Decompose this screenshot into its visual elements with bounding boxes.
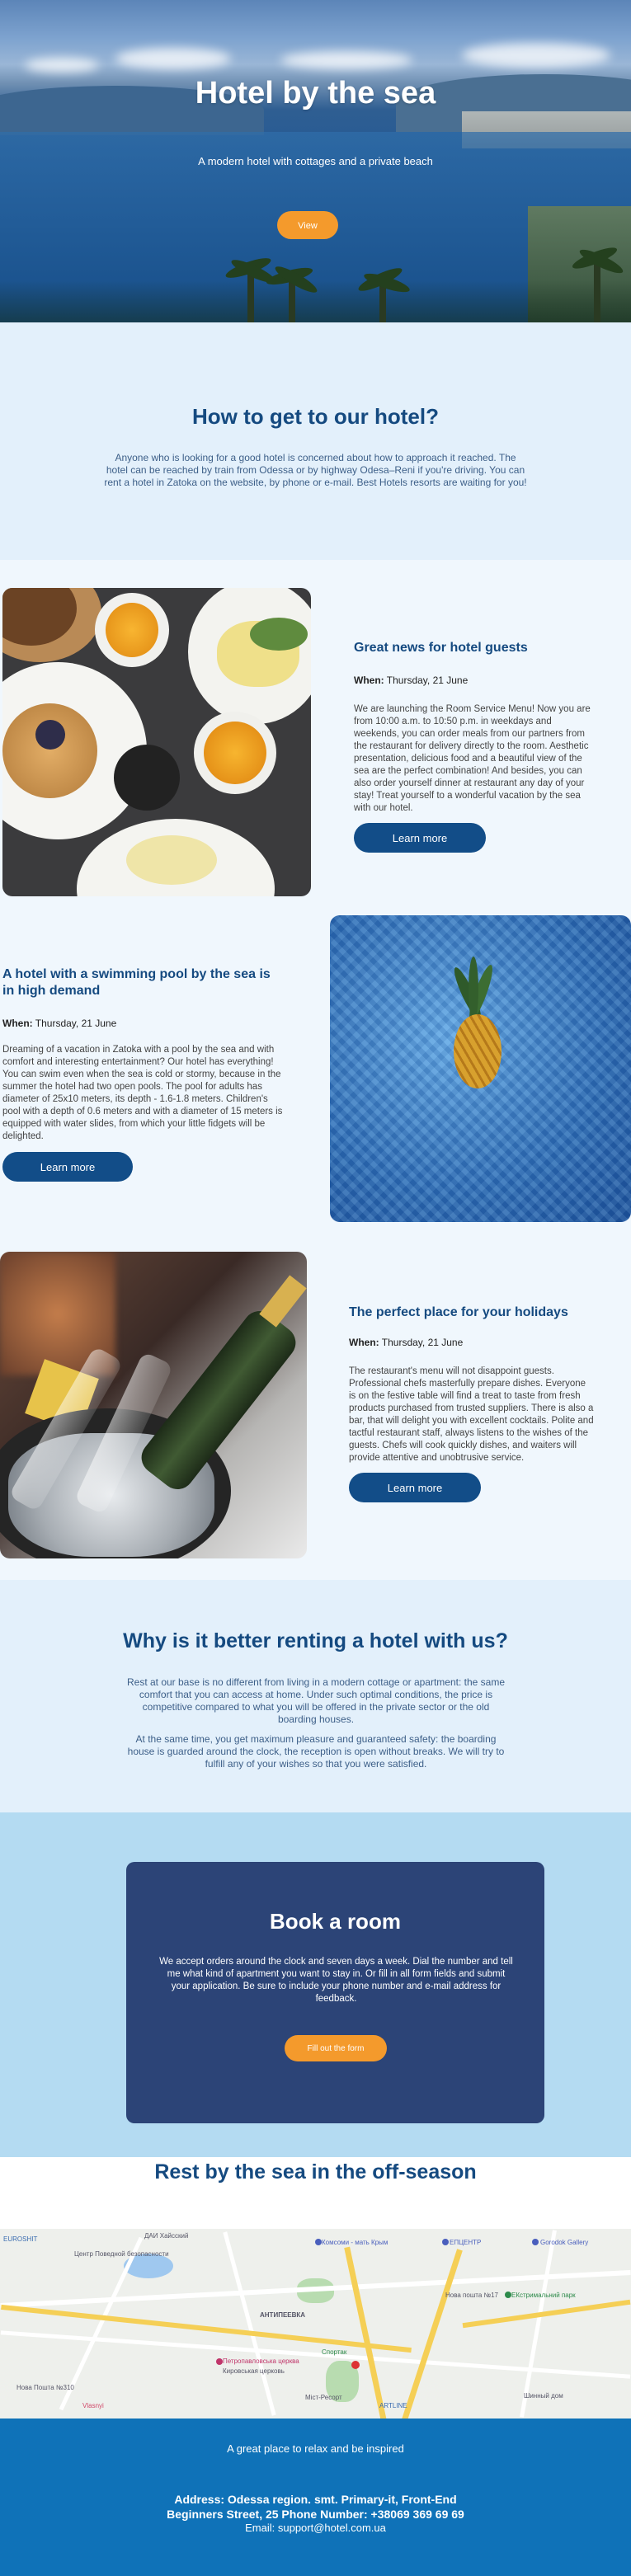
how-to-get-text: Anyone who is looking for a good hotel i… — [104, 452, 527, 488]
feature-3-text: The restaurant's menu will not disappoin… — [349, 1366, 594, 1463]
map-pin-icon[interactable] — [532, 2239, 539, 2245]
map-label: ARTLINE — [379, 2402, 407, 2409]
map-label: Нова Пошта №310 — [16, 2384, 74, 2391]
location-map[interactable]: EUROSHIT Центр Поведной безопасности ДАИ… — [0, 2229, 631, 2419]
map-label: ДАИ Хайсский — [144, 2232, 189, 2240]
how-to-get-title: How to get to our hotel? — [192, 404, 439, 429]
footer-email[interactable]: Email: support@hotel.com.ua — [0, 2522, 631, 2534]
champagne-photo — [0, 1252, 307, 1558]
map-label: EUROSHIT — [3, 2235, 38, 2243]
feature-3-when: When: Thursday, 21 June — [349, 1337, 463, 1348]
map-label: Gorodok Gallery — [540, 2239, 589, 2246]
feature-2-text: Dreaming of a vacation in Zatoka with a … — [2, 1045, 283, 1141]
feature-2-title: A hotel with a swimming pool by the sea … — [2, 967, 271, 998]
map-label: Нова пошта №17 — [445, 2292, 498, 2299]
map-label: ЕКстримальний парк — [511, 2292, 576, 2299]
learn-more-button-1[interactable]: Learn more — [354, 823, 486, 853]
when-date: Thursday, 21 June — [386, 675, 469, 686]
footer-address: Address: Odessa region. smt. Primary-it,… — [167, 2493, 464, 2521]
why-paragraph-1: Rest at our base is no different from li… — [126, 1676, 505, 1725]
map-pin-icon[interactable] — [216, 2358, 223, 2365]
learn-more-button-2[interactable]: Learn more — [2, 1152, 133, 1182]
feature-2-when: When: Thursday, 21 June — [2, 1018, 116, 1029]
map-label: Петропавловська церква — [223, 2357, 299, 2365]
view-button[interactable]: View — [277, 211, 338, 239]
map-label: Комсоми - мать Крым — [322, 2239, 388, 2246]
when-label: When: — [349, 1337, 379, 1348]
footer-tagline: A great place to relax and be inspired — [227, 2442, 404, 2455]
map-label: Спортак — [322, 2348, 347, 2356]
when-label: When: — [2, 1018, 33, 1029]
feature-1-title: Great news for hotel guests — [354, 641, 528, 655]
hero-title: Hotel by the sea — [195, 76, 436, 110]
feature-1-text: We are launching the Room Service Menu! … — [354, 704, 591, 813]
booking-text: We accept orders around the clock and se… — [159, 1957, 513, 2004]
hotel-location-pin-icon[interactable] — [351, 2361, 360, 2369]
when-date: Thursday, 21 June — [381, 1337, 464, 1348]
why-paragraph-2: At the same time, you get maximum pleasu… — [127, 1733, 505, 1770]
map-pin-icon[interactable] — [442, 2239, 449, 2245]
map-label: Vlasnyi — [82, 2402, 104, 2409]
learn-more-button-3[interactable]: Learn more — [349, 1473, 481, 1502]
when-date: Thursday, 21 June — [35, 1018, 117, 1029]
pineapple-pool-photo — [330, 915, 631, 1222]
map-label: ЕПЦЕНТР — [450, 2239, 482, 2246]
map-label: Кировськая церковь — [223, 2367, 285, 2375]
fill-out-form-button[interactable]: Fill out the form — [285, 2035, 387, 2061]
feature-1-when: When: Thursday, 21 June — [354, 675, 468, 686]
feature-3-title: The perfect place for your holidays — [349, 1305, 568, 1319]
when-label: When: — [354, 675, 384, 686]
breakfast-photo — [2, 588, 311, 896]
map-pin-icon[interactable] — [315, 2239, 322, 2245]
map-label: Центр Поведной безопасности — [74, 2250, 169, 2258]
hero-subtitle: A modern hotel with cottages and a priva… — [198, 155, 433, 167]
map-label: Шинный дом — [524, 2392, 563, 2400]
map-label: Міст-Ресорт — [305, 2394, 342, 2401]
map-label: АНТИПЕЕВКА — [260, 2311, 306, 2319]
booking-title: Book a room — [270, 1909, 401, 1934]
rest-title: Rest by the sea in the off-season — [154, 2160, 477, 2183]
map-pin-icon[interactable] — [505, 2292, 511, 2298]
why-title: Why is it better renting a hotel with us… — [123, 1629, 508, 1652]
how-to-get-section — [0, 322, 631, 560]
